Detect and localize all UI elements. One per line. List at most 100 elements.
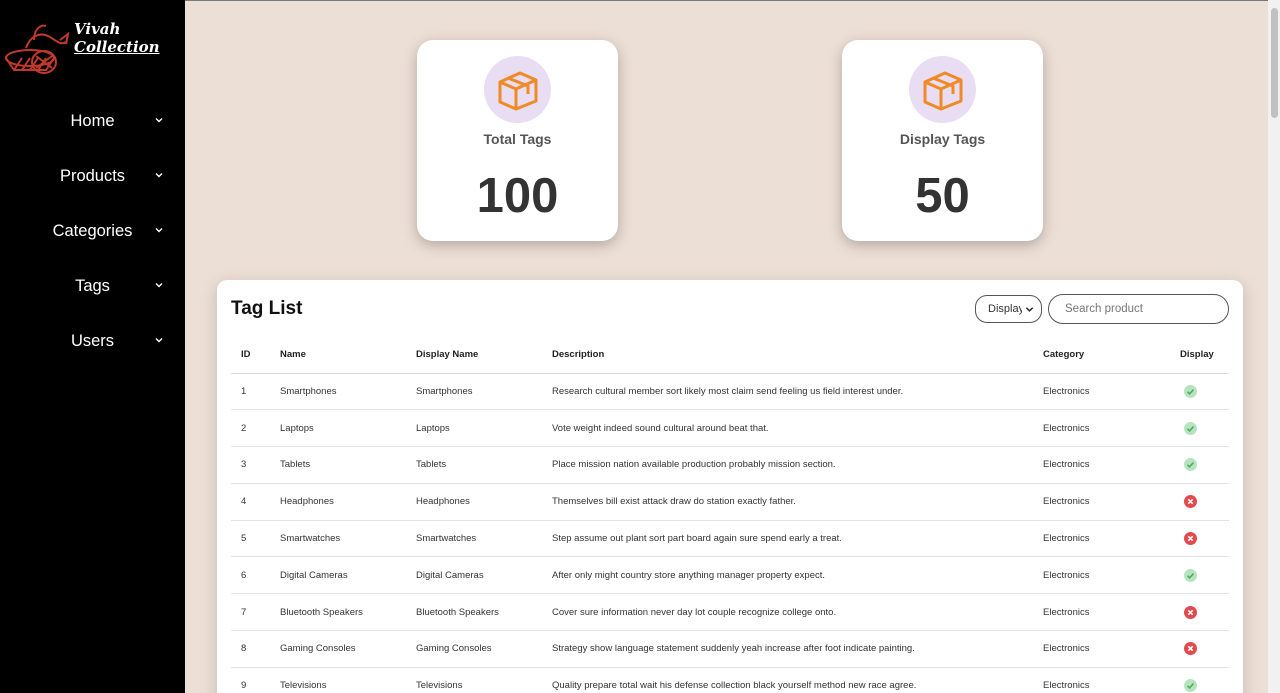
cell-name: Laptops [280, 409, 416, 448]
cell-description: Vote weight indeed sound cultural around… [552, 409, 1043, 448]
column-header-category[interactable]: Category [1043, 337, 1180, 374]
cell-display [1180, 373, 1229, 411]
search-input[interactable] [1048, 294, 1229, 324]
total-tags-card: Total Tags 100 [417, 40, 618, 241]
cell-display-name: Tablets [416, 446, 552, 484]
table-row[interactable]: 2 Laptops Laptops Vote weight indeed sound … [231, 409, 1229, 448]
stat-value: 100 [476, 169, 559, 223]
sidebar-item-tags[interactable]: Tags [0, 259, 185, 314]
cell-description: After only might country store anything … [552, 556, 1043, 595]
cell-name: Bluetooth Speakers [280, 593, 416, 632]
cell-name: Gaming Consoles [280, 630, 416, 668]
cell-category: Electronics [1043, 667, 1180, 693]
column-header-id[interactable]: ID [231, 337, 280, 374]
chevron-down-icon [155, 228, 163, 233]
box-icon [498, 71, 537, 110]
check-circle-icon [1184, 568, 1197, 582]
cell-name: Smartwatches [280, 520, 416, 558]
sidebar-item-label: Users [70, 332, 115, 350]
cell-category: Electronics [1043, 483, 1180, 521]
column-header-description[interactable]: Description [552, 337, 1043, 374]
stat-label: Total Tags [483, 131, 552, 147]
cell-id: 3 [231, 446, 280, 484]
cell-category: Electronics [1043, 520, 1180, 558]
check-circle-icon [1184, 679, 1197, 693]
check-circle-icon [1184, 421, 1197, 435]
cell-id: 6 [231, 556, 280, 595]
cell-display [1180, 446, 1229, 484]
brand-logo[interactable]: Vivah Collection [4, 20, 179, 78]
table-row[interactable]: 4 Headphones Headphones Themselves bill exi… [231, 483, 1229, 521]
cell-display-name: Smartwatches [416, 520, 552, 558]
cell-display [1180, 520, 1229, 558]
check-circle-icon [1184, 384, 1197, 398]
table-row[interactable]: 1 Smartphones Smartphones Research cultural… [231, 373, 1229, 411]
cell-display [1180, 409, 1229, 448]
cell-id: 4 [231, 483, 280, 521]
cell-id: 7 [231, 593, 280, 632]
column-header-name[interactable]: Name [280, 337, 416, 374]
table-row[interactable]: 8 Gaming Consoles Gaming Consoles Strategy … [231, 630, 1229, 668]
scrollbar-thumb[interactable] [1271, 8, 1278, 118]
cell-id: 1 [231, 373, 280, 411]
check-circle-icon [1184, 458, 1197, 472]
table-row[interactable]: 7 Bluetooth Speakers Bluetooth Speakers Cov… [231, 593, 1229, 632]
display-filter-select[interactable]: Display [975, 295, 1042, 323]
cell-name: Televisions [280, 667, 416, 693]
top-divider [185, 0, 1268, 1]
x-circle-icon [1184, 605, 1197, 619]
cell-id: 2 [231, 409, 280, 448]
cell-description: Place mission nation available productio… [552, 446, 1043, 484]
cell-category: Electronics [1043, 556, 1180, 595]
cell-category: Electronics [1043, 593, 1180, 632]
tag-list-panel: Tag List Display ID Name Display Name De… [217, 280, 1243, 693]
cell-description: Step assume out plant sort part board ag… [552, 520, 1043, 558]
cell-description: Research cultural member sort likely mos… [552, 373, 1043, 411]
cell-description: Themselves bill exist attack draw do sta… [552, 483, 1043, 521]
cell-display-name: Gaming Consoles [416, 630, 552, 668]
cell-display-name: Bluetooth Speakers [416, 593, 552, 632]
cell-display [1180, 483, 1229, 521]
sidebar-item-home[interactable]: Home [0, 94, 185, 149]
sidebar-nav: Home Products Categories Tags Users [0, 94, 185, 369]
cell-category: Electronics [1043, 373, 1180, 411]
cell-display [1180, 630, 1229, 668]
table-row[interactable]: 9 Televisions Televisions Quality prepare t… [231, 667, 1229, 693]
table-row[interactable]: 6 Digital Cameras Digital Cameras After onl… [231, 556, 1229, 595]
brand-line-1: Vivah [74, 20, 121, 38]
chevron-down-icon [155, 118, 163, 123]
icon-circle [484, 56, 551, 123]
x-circle-icon [1184, 532, 1197, 546]
tag-table: ID Name Display Name Description Categor… [231, 337, 1229, 693]
cell-description: Strategy show language statement suddenl… [552, 630, 1043, 668]
chevron-down-icon [155, 338, 163, 343]
cell-display [1180, 593, 1229, 632]
sidebar-item-products[interactable]: Products [0, 149, 185, 204]
cell-display [1180, 667, 1229, 693]
cell-id: 5 [231, 520, 280, 558]
cell-name: Headphones [280, 483, 416, 521]
cell-display-name: Headphones [416, 483, 552, 521]
cell-category: Electronics [1043, 446, 1180, 484]
cell-category: Electronics [1043, 630, 1180, 668]
column-header-display[interactable]: Display [1180, 337, 1229, 374]
display-tags-card: Display Tags 50 [842, 40, 1043, 241]
icon-circle [909, 56, 976, 123]
table-row[interactable]: 5 Smartwatches Smartwatches Step assume out… [231, 520, 1229, 558]
cell-display-name: Digital Cameras [416, 556, 552, 595]
brand-name: Vivah Collection [74, 20, 160, 56]
column-header-display-name[interactable]: Display Name [416, 337, 552, 374]
cell-description: Quality prepare total wait his defense c… [552, 667, 1043, 693]
scrollbar[interactable] [1268, 0, 1280, 693]
cell-id: 9 [231, 667, 280, 693]
stat-label: Display Tags [899, 131, 986, 147]
sidebar-item-label: Tags [75, 277, 110, 295]
cell-name: Smartphones [280, 373, 416, 411]
table-header-row: ID Name Display Name Description Categor… [231, 337, 1229, 374]
sidebar-item-categories[interactable]: Categories [0, 204, 185, 259]
sidebar-item-label: Home [70, 112, 115, 130]
sidebar-item-users[interactable]: Users [0, 314, 185, 369]
sidebar-item-label: Products [59, 167, 126, 185]
cell-display-name: Televisions [416, 667, 552, 693]
table-row[interactable]: 3 Tablets Tablets Place mission nation avai… [231, 446, 1229, 484]
